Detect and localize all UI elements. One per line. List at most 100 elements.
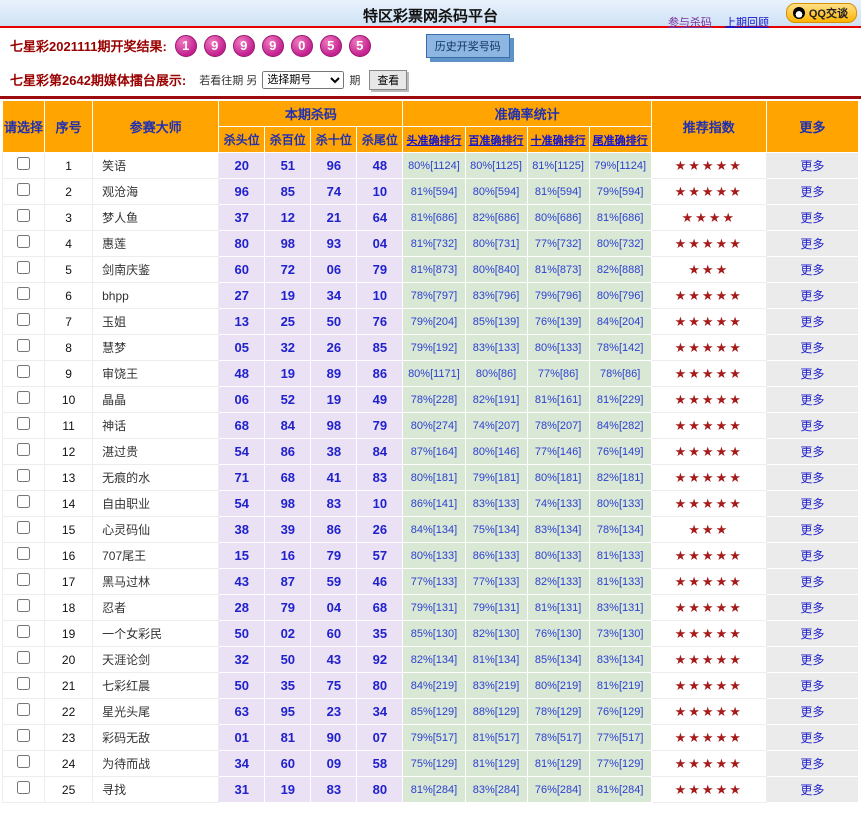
row-checkbox[interactable] — [17, 338, 31, 352]
more-link[interactable]: 更多 — [800, 185, 824, 199]
row-checkbox[interactable] — [17, 468, 31, 482]
kill-number: 63 — [218, 698, 266, 725]
more-link[interactable]: 更多 — [800, 289, 824, 303]
more-link[interactable]: 更多 — [800, 783, 824, 797]
qq-chat-button[interactable]: QQ交谈 — [785, 3, 857, 23]
accuracy-value: 82%[133] — [526, 568, 590, 595]
more-link[interactable]: 更多 — [800, 367, 824, 381]
row-checkbox[interactable] — [17, 312, 31, 326]
accuracy-value: 79%[204] — [402, 308, 466, 335]
row-checkbox[interactable] — [17, 546, 31, 560]
accuracy-value: 81%[133] — [588, 542, 652, 569]
acc-rank-hundred-link[interactable]: 百准确排行 — [469, 135, 524, 147]
row-checkbox[interactable] — [17, 676, 31, 690]
master-name: 无痕的水 — [92, 464, 220, 491]
row-index: 25 — [44, 776, 94, 803]
master-name: 彩码无敌 — [92, 724, 220, 751]
more-link[interactable]: 更多 — [800, 315, 824, 329]
row-checkbox[interactable] — [17, 624, 31, 638]
accuracy-value: 74%[133] — [526, 490, 590, 517]
accuracy-value: 80%[133] — [526, 334, 590, 361]
accuracy-value: 81%[732] — [402, 230, 466, 257]
more-link[interactable]: 更多 — [800, 757, 824, 771]
row-checkbox[interactable] — [17, 572, 31, 586]
table-row: 23 彩码无敌 01 81 90 07 79%[517] 81%[517] 78… — [1, 724, 860, 751]
more-link[interactable]: 更多 — [800, 523, 824, 537]
lottery-ball: 1 — [174, 34, 197, 57]
accuracy-value: 82%[130] — [464, 620, 528, 647]
accuracy-value: 81%[873] — [526, 256, 590, 283]
row-checkbox[interactable] — [17, 260, 31, 274]
more-link[interactable]: 更多 — [800, 679, 824, 693]
kill-number: 37 — [218, 204, 266, 231]
view-button[interactable]: 查看 — [369, 69, 408, 90]
lottery-ball: 9 — [232, 34, 255, 57]
row-checkbox[interactable] — [17, 780, 31, 794]
master-name: 玉姐 — [92, 308, 220, 335]
accuracy-value: 77%[732] — [526, 230, 590, 257]
row-index: 22 — [44, 698, 94, 725]
accuracy-value: 80%[796] — [588, 282, 652, 309]
row-checkbox[interactable] — [17, 234, 31, 248]
kill-number: 28 — [218, 594, 266, 621]
row-checkbox[interactable] — [17, 286, 31, 300]
row-checkbox[interactable] — [17, 182, 31, 196]
history-numbers-button[interactable]: 历史开奖号码 — [425, 33, 510, 58]
more-link[interactable]: 更多 — [800, 419, 824, 433]
row-index: 17 — [44, 568, 94, 595]
kill-number: 34 — [310, 282, 358, 309]
col-header-more: 更多 — [765, 100, 860, 153]
row-checkbox[interactable] — [17, 702, 31, 716]
row-checkbox[interactable] — [17, 754, 31, 768]
row-checkbox[interactable] — [17, 208, 31, 222]
master-name: 黑马过林 — [92, 568, 220, 595]
more-link[interactable]: 更多 — [800, 263, 824, 277]
accuracy-value: 78%[517] — [526, 724, 590, 751]
row-checkbox[interactable] — [17, 390, 31, 404]
more-link[interactable]: 更多 — [800, 575, 824, 589]
accuracy-value: 80%[181] — [526, 464, 590, 491]
period-hint-text: 若看往期 另 — [199, 74, 258, 87]
more-link[interactable]: 更多 — [800, 211, 824, 225]
row-checkbox[interactable] — [17, 728, 31, 742]
kill-number: 16 — [264, 542, 312, 569]
more-link[interactable]: 更多 — [800, 393, 824, 407]
lottery-ball: 5 — [319, 34, 342, 57]
row-checkbox[interactable] — [17, 494, 31, 508]
acc-rank-head-link[interactable]: 头准确排行 — [406, 135, 461, 147]
row-checkbox[interactable] — [17, 442, 31, 456]
acc-rank-ten-link[interactable]: 十准确排行 — [531, 135, 586, 147]
star-rating: ★★★★★ — [650, 412, 767, 439]
row-checkbox[interactable] — [17, 520, 31, 534]
previous-period-link[interactable]: 上期回顾 — [725, 17, 769, 29]
star-rating: ★★★★★ — [650, 360, 767, 387]
row-checkbox[interactable] — [17, 650, 31, 664]
kill-number: 98 — [310, 412, 358, 439]
more-link[interactable]: 更多 — [800, 627, 824, 641]
period-select[interactable]: 选择期号 — [262, 70, 345, 89]
more-link[interactable]: 更多 — [800, 601, 824, 615]
more-link[interactable]: 更多 — [800, 549, 824, 563]
more-link[interactable]: 更多 — [800, 159, 824, 173]
accuracy-value: 76%[139] — [526, 308, 590, 335]
more-link[interactable]: 更多 — [800, 445, 824, 459]
master-name: 审饶王 — [92, 360, 220, 387]
accuracy-value: 79%[192] — [402, 334, 466, 361]
row-checkbox[interactable] — [17, 156, 31, 170]
row-checkbox[interactable] — [17, 364, 31, 378]
kill-number: 48 — [218, 360, 266, 387]
more-link[interactable]: 更多 — [800, 341, 824, 355]
join-killcode-link[interactable]: 参与杀码 — [668, 17, 712, 29]
row-checkbox[interactable] — [17, 598, 31, 612]
table-row: 14 自由职业 54 98 83 10 86%[141] 83%[133] 74… — [1, 490, 860, 517]
acc-rank-tail-link[interactable]: 尾准确排行 — [593, 135, 648, 147]
more-link[interactable]: 更多 — [800, 705, 824, 719]
more-link[interactable]: 更多 — [800, 731, 824, 745]
more-link[interactable]: 更多 — [800, 497, 824, 511]
row-checkbox[interactable] — [17, 416, 31, 430]
more-link[interactable]: 更多 — [800, 471, 824, 485]
accuracy-value: 78%[207] — [526, 412, 590, 439]
table-row: 8 慧梦 05 32 26 85 79%[192] 83%[133] 80%[1… — [1, 334, 860, 361]
more-link[interactable]: 更多 — [800, 653, 824, 667]
more-link[interactable]: 更多 — [800, 237, 824, 251]
